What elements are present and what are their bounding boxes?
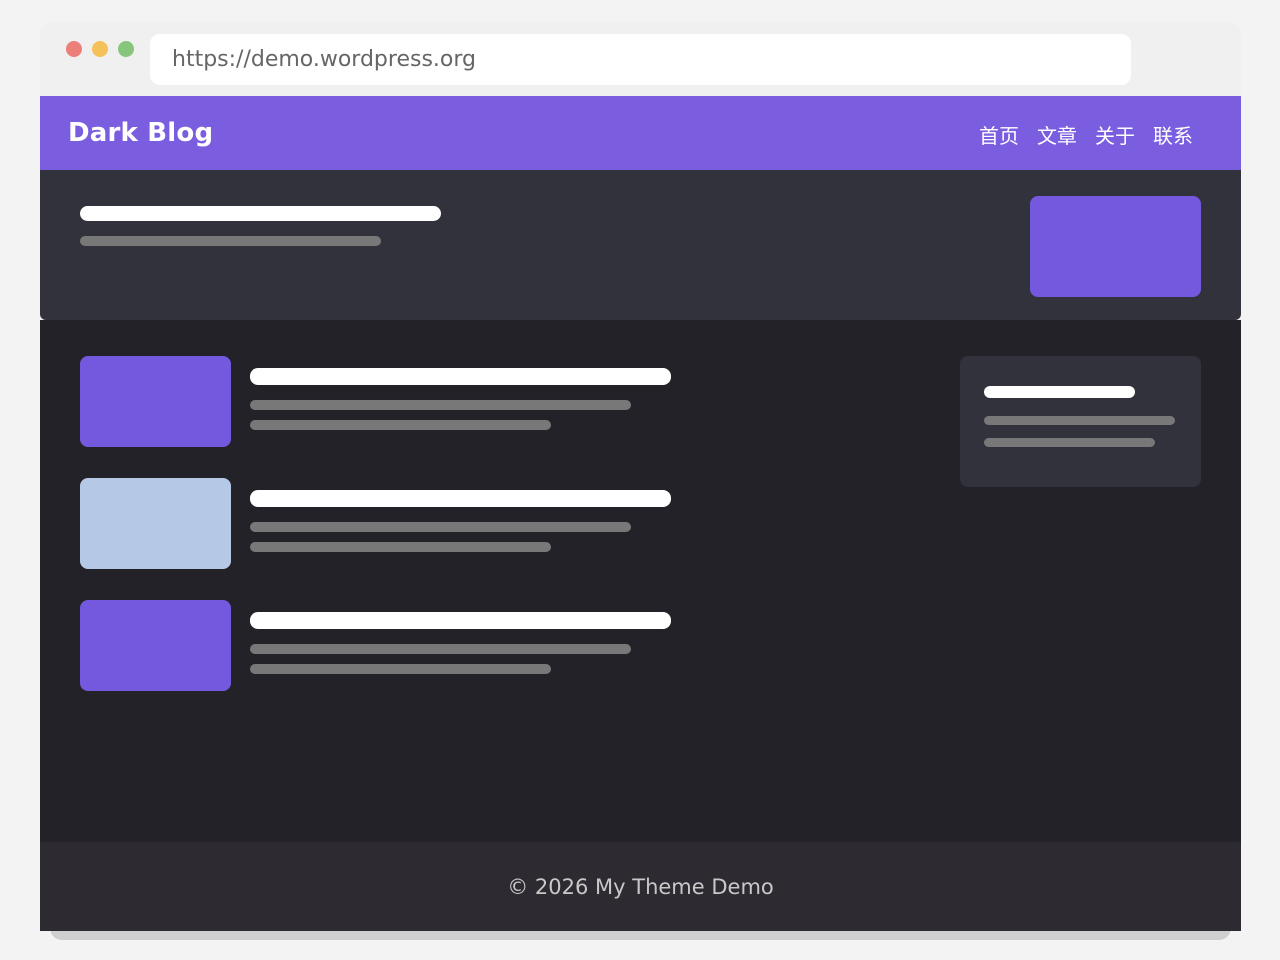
site-footer: © 2026 My Theme Demo: [40, 842, 1241, 931]
main-content: [40, 320, 1241, 842]
post-excerpt-placeholder: [250, 522, 631, 532]
footer-copyright: © 2026 My Theme Demo: [507, 874, 774, 899]
browser-chrome: https://demo.wordpress.org: [40, 22, 1241, 96]
post-item[interactable]: [80, 356, 700, 448]
post-title-placeholder[interactable]: [250, 368, 671, 385]
widget-line-placeholder: [984, 438, 1155, 447]
nav-item-home[interactable]: 首页: [979, 120, 1019, 149]
widget-title-placeholder: [984, 386, 1135, 398]
hero-subtitle-placeholder: [80, 236, 381, 246]
hero-image-placeholder[interactable]: [1030, 196, 1201, 297]
nav-item-contact[interactable]: 联系: [1153, 120, 1193, 149]
hero-section: [40, 170, 1241, 320]
post-thumbnail[interactable]: [80, 478, 231, 569]
nav-item-articles[interactable]: 文章: [1037, 120, 1077, 149]
post-item[interactable]: [80, 478, 700, 570]
address-bar[interactable]: https://demo.wordpress.org: [150, 34, 1131, 85]
browser-window: https://demo.wordpress.org Dark Blog 首页 …: [40, 22, 1241, 931]
close-window-icon[interactable]: [66, 41, 82, 57]
minimize-window-icon[interactable]: [92, 41, 108, 57]
post-excerpt-placeholder: [250, 542, 551, 552]
site-header: Dark Blog 首页 文章 关于 联系: [40, 96, 1241, 170]
nav-item-about[interactable]: 关于: [1095, 120, 1135, 149]
url-text: https://demo.wordpress.org: [172, 47, 476, 72]
widget-line-placeholder: [984, 416, 1175, 425]
main-nav: 首页 文章 关于 联系: [979, 120, 1193, 149]
sidebar-widget: [960, 356, 1201, 487]
post-thumbnail[interactable]: [80, 356, 231, 447]
hero-title-placeholder: [80, 206, 441, 221]
post-excerpt-placeholder: [250, 400, 631, 410]
post-title-placeholder[interactable]: [250, 612, 671, 629]
post-excerpt-placeholder: [250, 664, 551, 674]
post-thumbnail[interactable]: [80, 600, 231, 691]
post-item[interactable]: [80, 600, 700, 692]
post-excerpt-placeholder: [250, 420, 551, 430]
post-excerpt-placeholder: [250, 644, 631, 654]
maximize-window-icon[interactable]: [118, 41, 134, 57]
post-title-placeholder[interactable]: [250, 490, 671, 507]
site-title[interactable]: Dark Blog: [68, 118, 213, 148]
